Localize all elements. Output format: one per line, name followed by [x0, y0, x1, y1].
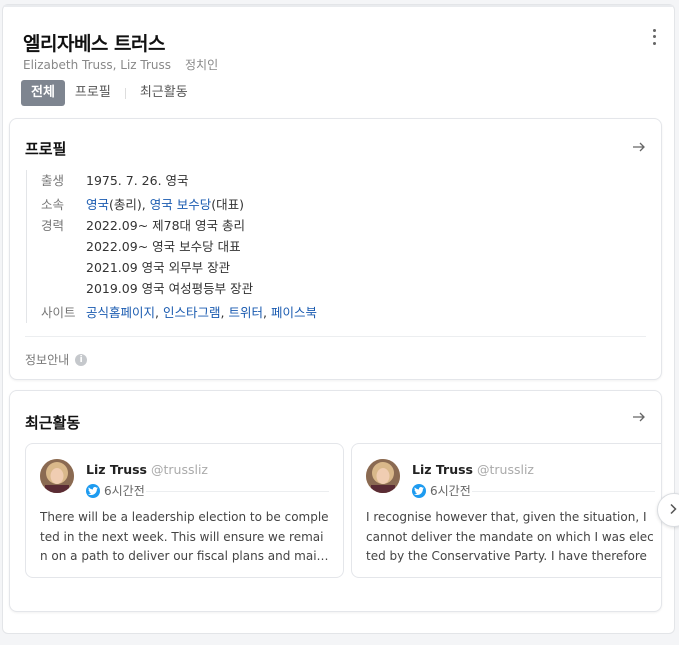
chevron-right-icon — [670, 503, 677, 515]
career-item: 2021.09 영국 외무부 장관 — [86, 260, 231, 275]
affiliation-link-uk[interactable]: 영국 — [86, 197, 109, 212]
career-row: 경력 2022.09~ 제78대 영국 총리 2022.09~ 영국 보수당 대… — [41, 215, 317, 299]
tweet-time: 6시간전 — [430, 484, 471, 498]
tweet-card[interactable]: Liz Truss @trussliz 6시간전 I recognise howe… — [351, 443, 661, 578]
site-link-facebook[interactable]: 페이스북 — [271, 305, 317, 320]
birth-row: 출생 1975. 7. 26. 영국 — [41, 170, 317, 191]
tab-profile[interactable]: 프로필 — [65, 80, 121, 106]
divider — [25, 336, 646, 337]
affiliation-suffix-1: (총리), — [109, 197, 146, 212]
recent-activity-title: 최근활동 — [25, 414, 81, 432]
tweet-handle: @trussliz — [150, 462, 208, 477]
birth-label: 출생 — [41, 173, 65, 188]
tweet-time: 6시간전 — [104, 484, 145, 498]
top-border — [3, 5, 674, 7]
tweet-handle: @trussliz — [476, 462, 534, 477]
profile-details: 출생 1975. 7. 26. 영국 소속 영국(총리), 영국 보수당(대표)… — [26, 170, 317, 323]
profile-card: 프로필 출생 1975. 7. 26. 영국 소속 영국(총리), 영국 보수당… — [9, 118, 662, 380]
tab-recent-activity[interactable]: 최근활동 — [130, 80, 198, 106]
tab-bar: 전체 프로필 최근활동 — [21, 80, 198, 106]
tweet-divider — [146, 491, 329, 492]
recent-activity-card: 최근활동 Liz Truss @trussliz 6시간전 There will … — [9, 390, 662, 612]
info-label: 정보안내 — [25, 353, 70, 367]
tweet-text: I recognise however that, given the situ… — [366, 510, 654, 563]
site-link-twitter[interactable]: 트위터 — [228, 305, 263, 320]
site-link-instagram[interactable]: 인스타그램 — [163, 305, 221, 320]
arrow-right-icon[interactable] — [631, 139, 647, 155]
twitter-icon — [86, 483, 100, 498]
tweet-card[interactable]: Liz Truss @trussliz 6시간전 There will be a … — [25, 443, 344, 578]
more-options-icon[interactable] — [648, 27, 660, 47]
tweet-text: There will be a leadership election to b… — [40, 510, 329, 563]
affiliation-label: 소속 — [41, 197, 65, 212]
affiliation-row: 소속 영국(총리), 영국 보수당(대표) — [41, 194, 317, 215]
career-list: 2022.09~ 제78대 영국 총리 2022.09~ 영국 보수당 대표 2… — [86, 215, 253, 299]
affiliation-link-party[interactable]: 영국 보수당 — [150, 197, 211, 212]
info-icon[interactable]: i — [75, 353, 88, 366]
tweet-author[interactable]: Liz Truss @trussliz — [412, 462, 534, 477]
tab-all[interactable]: 전체 — [21, 80, 65, 106]
subtitle: Elizabeth Truss, Liz Truss 정치인 — [23, 56, 218, 73]
tweet-divider — [472, 491, 655, 492]
site-link-homepage[interactable]: 공식홈페이지 — [86, 305, 155, 320]
arrow-right-icon[interactable] — [631, 409, 647, 425]
career-item: 2019.09 영국 여성평등부 장관 — [86, 281, 254, 296]
category-label: 정치인 — [185, 58, 219, 72]
english-name: Elizabeth Truss, Liz Truss — [23, 58, 172, 72]
profile-title: 프로필 — [25, 140, 67, 158]
avatar — [40, 459, 74, 493]
page-title: 엘리자베스 트러스 — [23, 33, 165, 55]
tab-divider — [124, 87, 126, 99]
twitter-icon — [412, 483, 426, 498]
birth-value: 1975. 7. 26. 영국 — [86, 173, 189, 188]
avatar — [366, 459, 400, 493]
career-item: 2022.09~ 영국 보수당 대표 — [86, 239, 241, 254]
career-label: 경력 — [41, 218, 65, 233]
tweet-author[interactable]: Liz Truss @trussliz — [86, 462, 208, 477]
career-item: 2022.09~ 제78대 영국 총리 — [86, 218, 245, 233]
sites-row: 사이트 공식홈페이지, 인스타그램, 트위터, 페이스북 — [41, 302, 317, 323]
tweet-meta: 6시간전 — [412, 482, 471, 499]
tweet-meta: 6시간전 — [86, 482, 145, 499]
sites-label: 사이트 — [41, 305, 76, 320]
affiliation-suffix-2: (대표) — [211, 197, 244, 212]
info-notice[interactable]: 정보안내 i — [25, 351, 88, 368]
